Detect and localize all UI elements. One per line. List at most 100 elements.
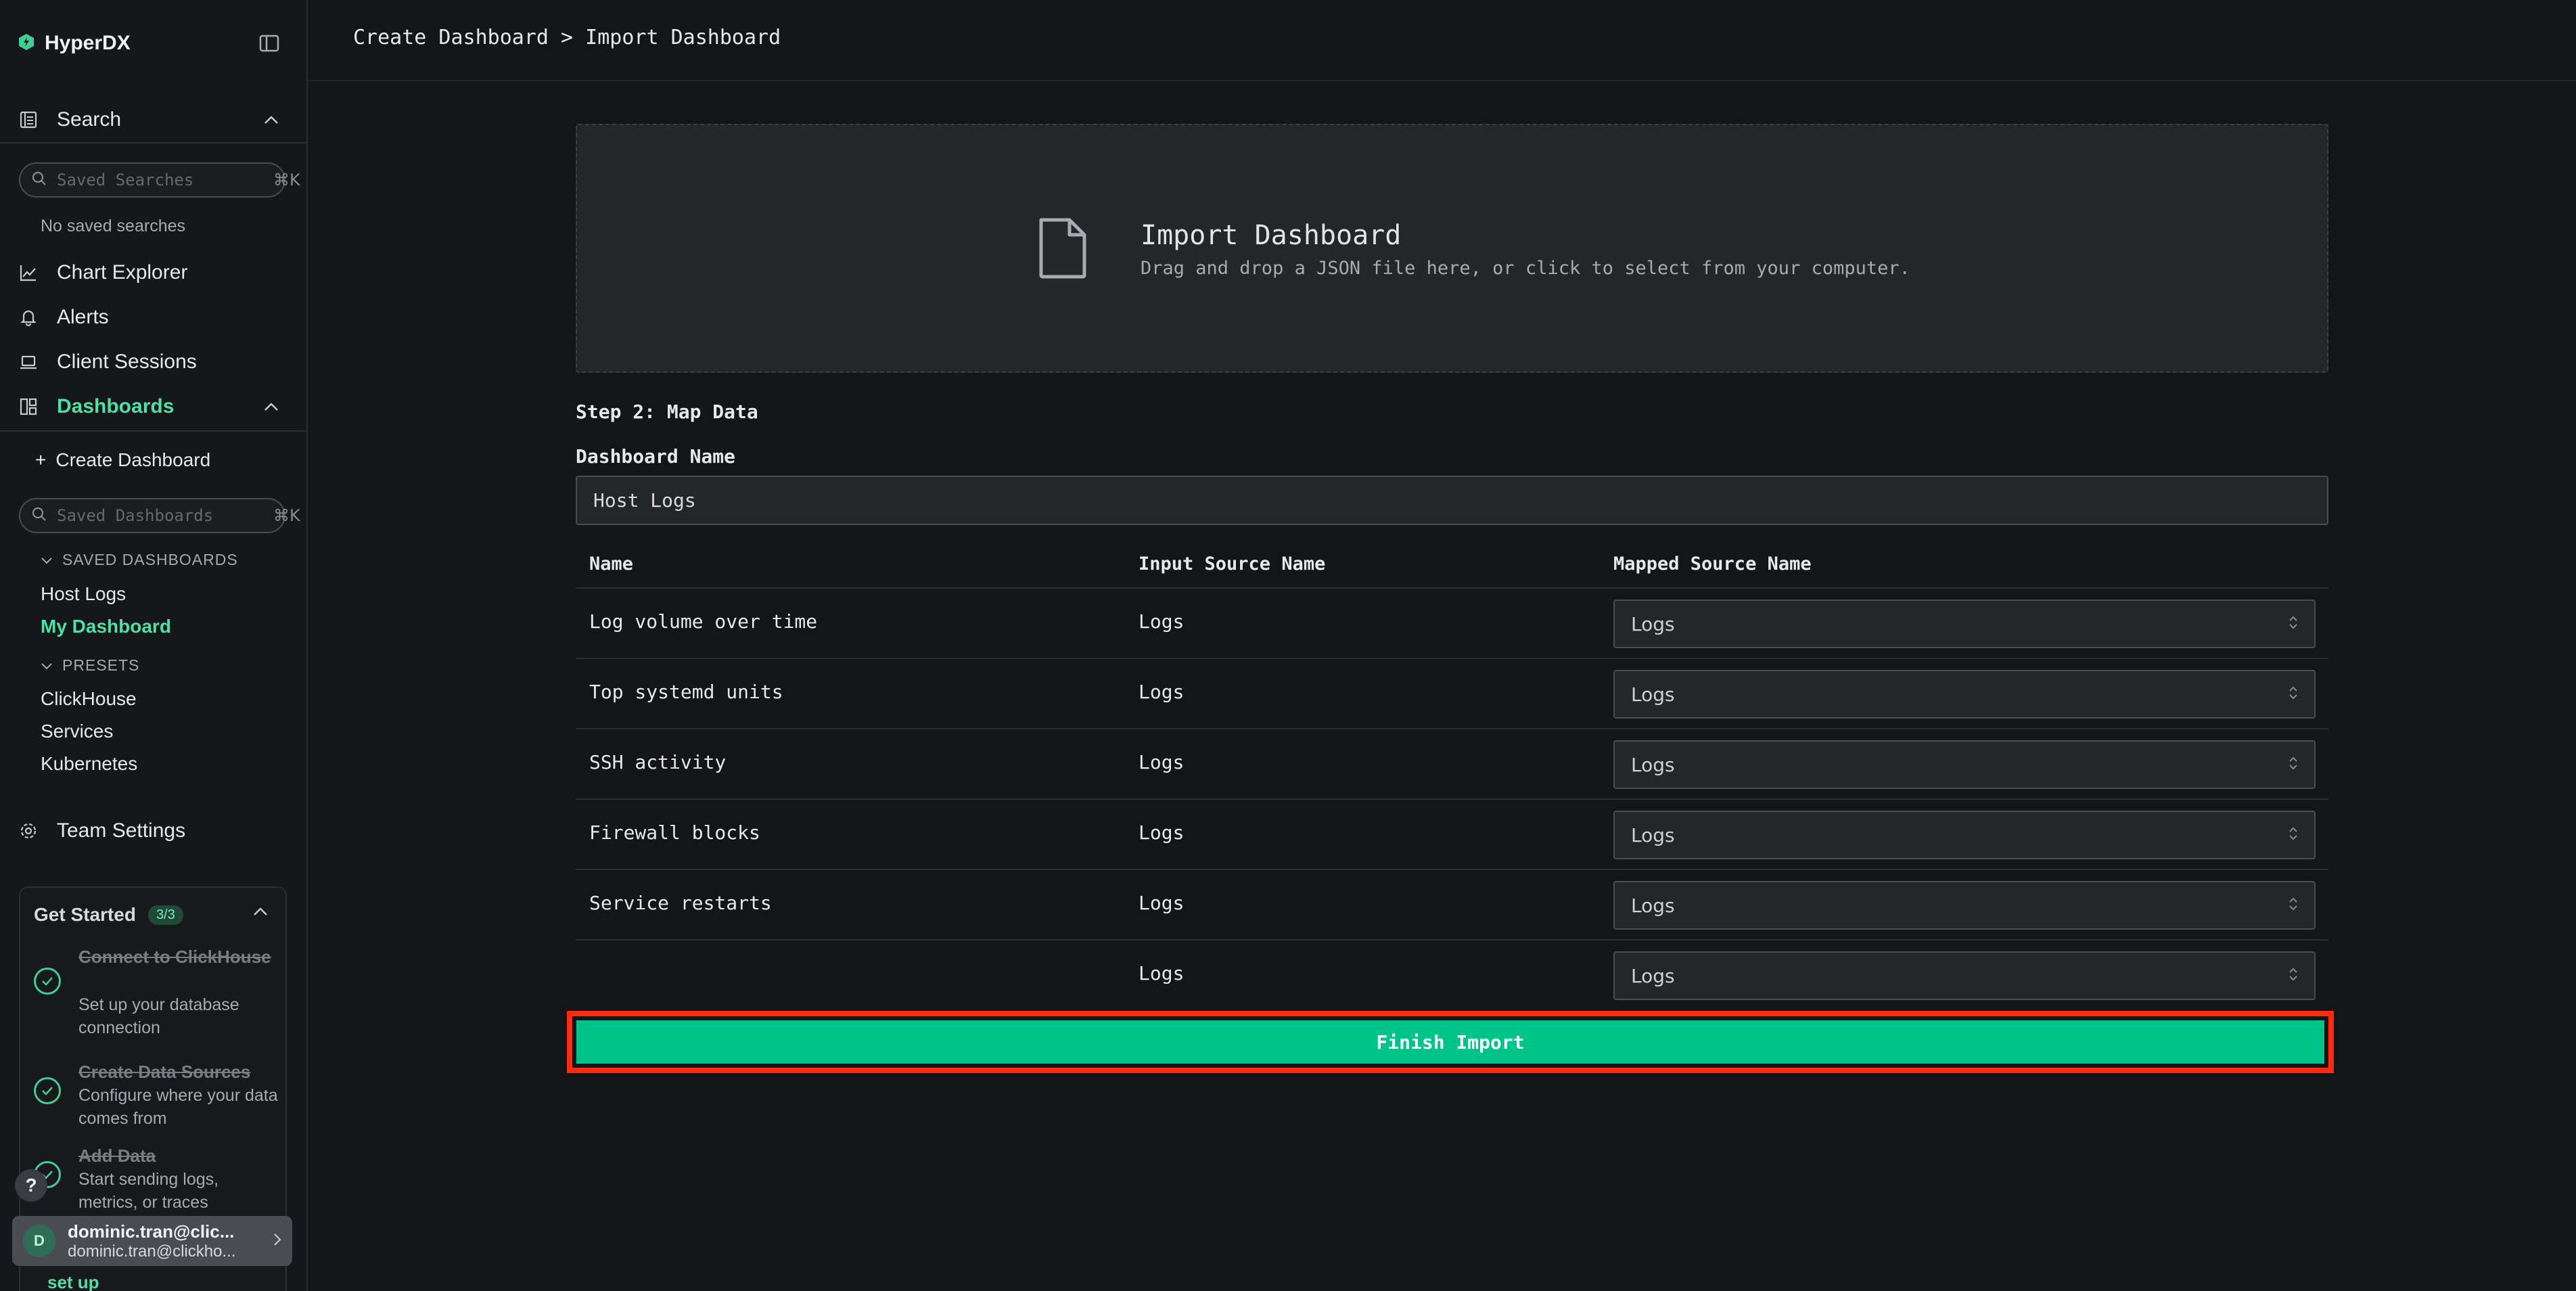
step-title: Connect to ClickHouse — [78, 947, 271, 967]
column-header-input-source: Input Source Name — [1138, 553, 1326, 574]
laptop-icon — [18, 351, 39, 373]
mapped-source-select[interactable]: Logs — [1613, 740, 2316, 789]
saved-searches-input[interactable] — [55, 170, 265, 190]
mapped-source-select[interactable]: Logs — [1613, 670, 2316, 719]
dashboard-name-input[interactable] — [576, 476, 2328, 525]
mapped-source-select[interactable]: Logs — [1613, 599, 2316, 648]
row-input-source: Logs — [1138, 892, 1184, 914]
row-input-source: Logs — [1138, 610, 1184, 633]
row-input-source: Logs — [1138, 681, 1184, 703]
import-title: Import Dashboard — [1141, 220, 1402, 251]
dashboards-shortcut: ⌘K — [273, 506, 300, 525]
saved-dashboards-input-box[interactable]: ⌘K — [19, 498, 300, 533]
user-name: dominic.tran@clic... — [68, 1221, 235, 1242]
row-input-source: Logs — [1138, 751, 1184, 773]
hyperdx-logo-icon — [18, 33, 35, 54]
get-started-step[interactable]: Connect to ClickHouse Set up your databa… — [34, 945, 277, 1037]
dashboard-icon — [18, 396, 39, 417]
chevron-up-icon[interactable] — [260, 108, 283, 131]
nav-chart-explorer-label: Chart Explorer — [57, 261, 188, 284]
mapped-source-value: Logs — [1631, 894, 1675, 917]
presets-header-label: PRESETS — [62, 656, 140, 674]
dashboard-link-my-dashboard[interactable]: My Dashboard — [41, 616, 171, 637]
nav-team-settings[interactable]: Team Settings — [18, 815, 185, 846]
brand[interactable]: HyperDX — [18, 30, 131, 57]
mapped-source-value: Logs — [1631, 964, 1675, 987]
step-title: Create Data Sources — [78, 1062, 251, 1082]
step-description: Start sending logs, metrics, or traces — [78, 1170, 219, 1212]
list-icon — [18, 109, 39, 131]
help-button[interactable]: ? — [15, 1169, 47, 1202]
user-email: dominic.tran@clickho... — [68, 1242, 236, 1261]
user-menu[interactable]: D dominic.tran@clic... dominic.tran@clic… — [12, 1216, 292, 1266]
saved-searches-input-box[interactable]: ⌘K — [19, 162, 300, 198]
nav-alerts[interactable]: Alerts — [18, 302, 109, 333]
get-started-step[interactable]: Add Data Start sending logs, metrics, or… — [34, 1143, 277, 1218]
select-caret-icon — [2288, 685, 2298, 704]
get-started-title[interactable]: Get Started 3/3 — [34, 904, 183, 926]
row-name: Firewall blocks — [589, 821, 760, 844]
no-saved-searches: No saved searches — [41, 217, 186, 235]
sidebar-collapse-icon[interactable] — [257, 31, 281, 55]
mapped-source-select[interactable]: Logs — [1613, 951, 2316, 1000]
table-row: Service restarts Logs Logs — [576, 870, 2328, 941]
chevron-down-icon — [41, 656, 53, 675]
check-circle-icon — [34, 1077, 61, 1104]
mapped-source-select[interactable]: Logs — [1613, 881, 2316, 930]
mapping-table: Name Input Source Name Mapped Source Nam… — [576, 545, 2328, 1010]
saved-dashboards-input[interactable] — [55, 505, 265, 526]
divider — [0, 430, 306, 432]
set-up-link[interactable]: set up — [47, 1272, 99, 1291]
finish-import-button[interactable]: Finish Import — [576, 1020, 2324, 1064]
mapped-source-select[interactable]: Logs — [1613, 811, 2316, 859]
table-row: Top systemd units Logs Logs — [576, 659, 2328, 729]
table-row: Logs Logs — [576, 941, 2328, 1010]
gear-icon — [18, 820, 39, 842]
nav-dashboards[interactable]: Dashboards — [18, 391, 174, 422]
create-dashboard-link[interactable]: + Create Dashboard — [35, 449, 210, 471]
column-header-name: Name — [589, 553, 634, 574]
chart-line-icon — [18, 262, 39, 284]
top-bar: Create Dashboard > Import Dashboard — [308, 0, 2576, 81]
avatar: D — [23, 1225, 55, 1257]
presets-header[interactable]: PRESETS — [41, 656, 139, 675]
table-row: Log volume over time Logs Logs — [576, 589, 2328, 659]
get-started-title-label: Get Started — [34, 904, 136, 925]
preset-link-services[interactable]: Services — [41, 721, 113, 742]
dashboard-name-label: Dashboard Name — [576, 445, 736, 468]
nav-chart-explorer[interactable]: Chart Explorer — [18, 257, 187, 288]
table-header: Name Input Source Name Mapped Source Nam… — [576, 545, 2328, 589]
table-row: Firewall blocks Logs Logs — [576, 800, 2328, 870]
preset-link-kubernetes[interactable]: Kubernetes — [41, 753, 137, 775]
preset-link-clickhouse[interactable]: ClickHouse — [41, 688, 137, 710]
chevron-up-icon[interactable] — [260, 395, 283, 418]
search-shortcut: ⌘K — [273, 171, 300, 189]
get-started-progress-badge: 3/3 — [147, 905, 183, 925]
mapped-source-value: Logs — [1631, 612, 1675, 635]
select-caret-icon — [2288, 756, 2298, 774]
row-input-source: Logs — [1138, 962, 1184, 984]
chevron-right-icon — [273, 1233, 281, 1250]
select-caret-icon — [2288, 967, 2298, 985]
row-name: Log volume over time — [589, 610, 818, 633]
nav-client-sessions[interactable]: Client Sessions — [18, 346, 197, 378]
check-circle-icon — [34, 968, 61, 995]
chevron-up-icon[interactable] — [253, 907, 268, 920]
mapped-source-value: Logs — [1631, 823, 1675, 846]
bell-icon — [18, 307, 39, 328]
import-dropzone[interactable]: Import Dashboard Drag and drop a JSON fi… — [576, 124, 2328, 373]
get-started-step[interactable]: Create Data Sources Configure where your… — [34, 1060, 278, 1128]
saved-dashboards-header[interactable]: SAVED DASHBOARDS — [41, 551, 238, 569]
app-name: HyperDX — [45, 32, 131, 54]
user-info: dominic.tran@clic... dominic.tran@clickh… — [68, 1221, 264, 1261]
dashboard-link-host-logs[interactable]: Host Logs — [41, 583, 126, 605]
plus-icon: + — [35, 449, 47, 470]
select-caret-icon — [2288, 615, 2298, 633]
create-dashboard-label: Create Dashboard — [55, 449, 211, 470]
row-name: Top systemd units — [589, 681, 783, 703]
chevron-down-icon — [41, 551, 53, 569]
saved-dashboards-header-label: SAVED DASHBOARDS — [62, 551, 238, 568]
file-icon — [1037, 217, 1088, 283]
select-caret-icon — [2288, 826, 2298, 844]
nav-search[interactable]: Search — [18, 104, 121, 135]
